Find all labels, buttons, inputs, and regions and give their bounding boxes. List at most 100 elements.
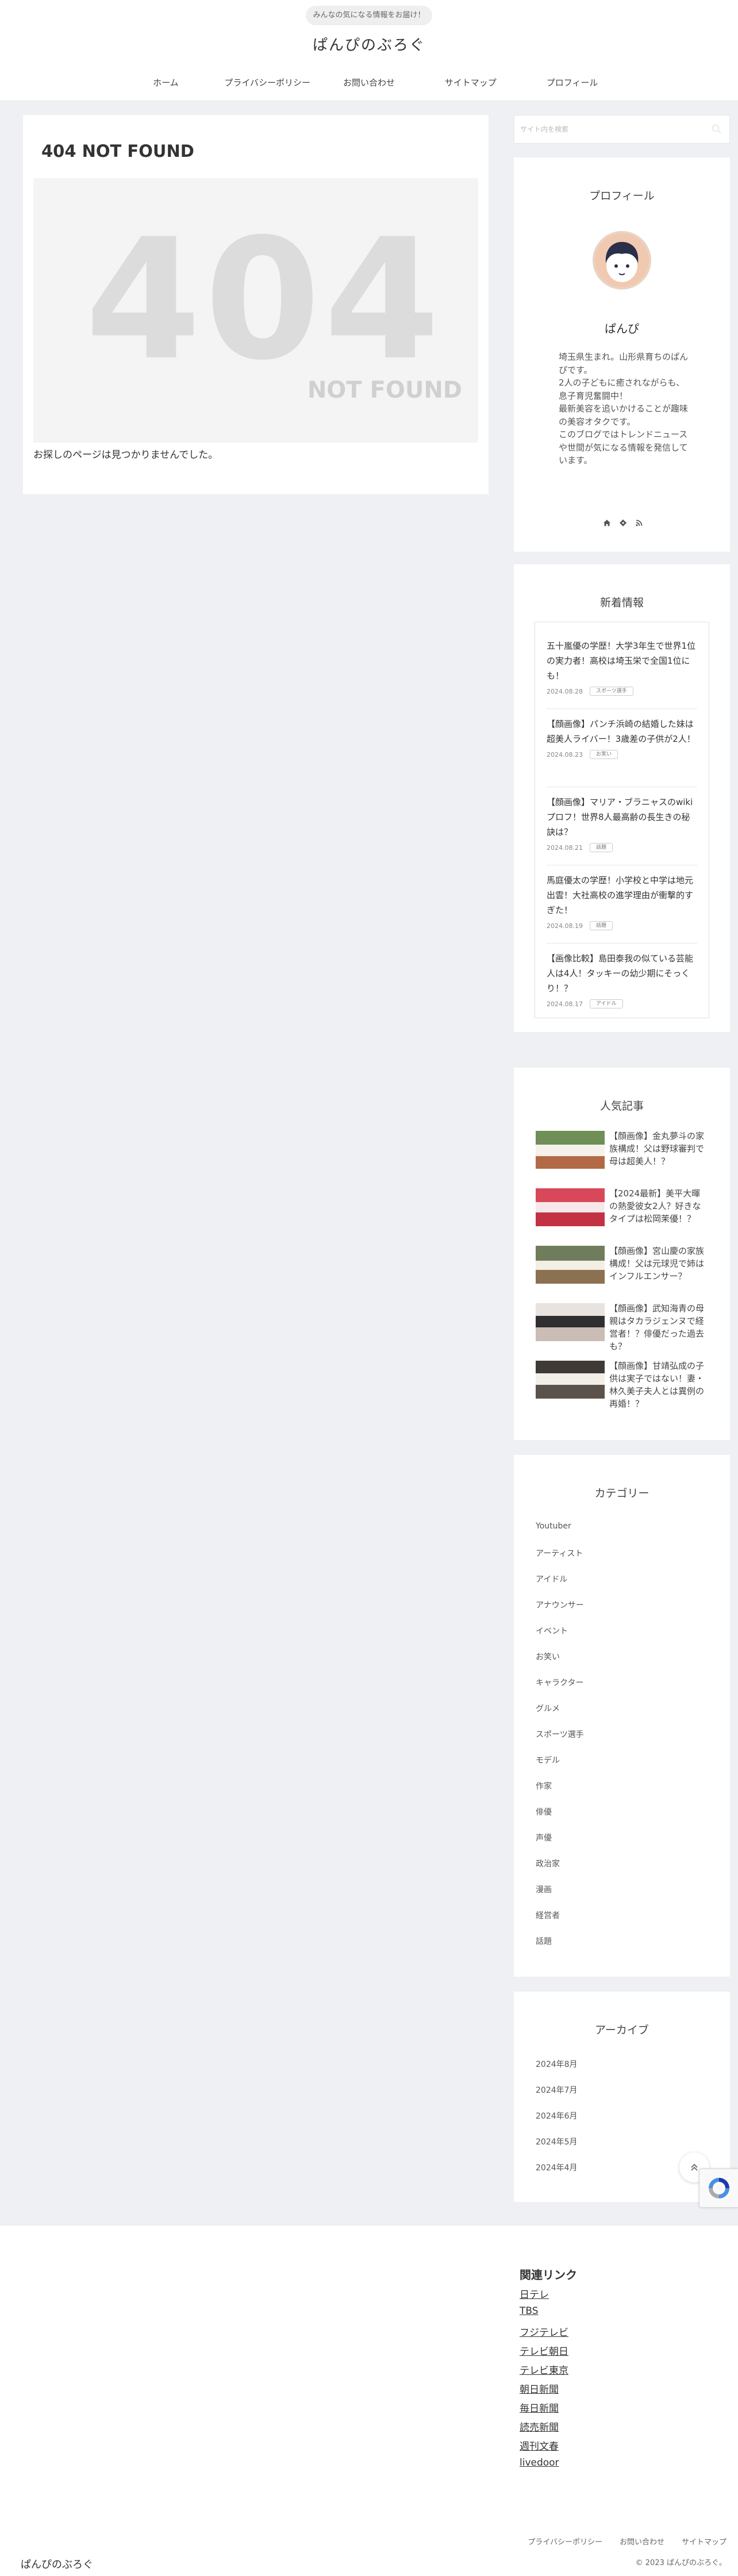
avatar-illustration — [595, 233, 649, 287]
category-link[interactable]: アナウンサー — [536, 1599, 584, 1611]
category-link[interactable]: アーティスト — [536, 1547, 583, 1559]
related-link[interactable]: 朝日新聞 — [520, 2381, 559, 2396]
archive-link[interactable]: 2024年4月 — [536, 2162, 578, 2173]
new-post-category-badge[interactable]: スポーツ選手 — [589, 687, 633, 696]
popular-posts-widget: 人気記事 【顔画像】金丸夢斗の家族構成！父は野球審判で母は超美人！？ 【2024… — [514, 1068, 730, 1440]
profile-bio-line: このブログではトレンドニュースや世間が気になる情報を発信しています。 — [559, 429, 688, 465]
new-post-title[interactable]: 五十嵐優の学歴！大学3年生で世界1位の実力者！高校は埼玉栄で全国1位にも！ — [547, 638, 697, 683]
related-link[interactable]: フジテレビ — [520, 2324, 568, 2339]
main-content: 404 NOT FOUND 404 NOT FOUND お探しのページは見つかり… — [23, 115, 489, 494]
profile-widget-title: プロフィール — [589, 190, 655, 202]
new-post-item[interactable]: 五十嵐優の学歴！大学3年生で世界1位の実力者！高校は埼玉栄で全国1位にも！ 20… — [547, 638, 697, 696]
new-posts-divider — [547, 943, 697, 944]
popular-post-title[interactable]: 【顔画像】宮山慶の家族構成！父は元球児で姉はインフルエンサー？ — [609, 1245, 706, 1283]
archive-link[interactable]: 2024年7月 — [536, 2084, 578, 2096]
search-input[interactable] — [520, 122, 698, 136]
profile-bio-line: 埼玉県生まれ。山形県育ちのぱんぴです。 — [559, 352, 689, 375]
new-post-title[interactable]: 【顔画像】パンチ浜崎の結婚した妹は超美人ライバー！3歳差の子供が2人！ — [547, 717, 697, 746]
related-link[interactable]: テレビ東京 — [520, 2362, 568, 2377]
category-link[interactable]: モデル — [536, 1754, 560, 1766]
popular-post-thumbnail[interactable] — [536, 1131, 605, 1169]
recaptcha-badge[interactable] — [699, 2169, 738, 2208]
popular-post-thumbnail[interactable] — [536, 1246, 605, 1284]
footer-nav-privacy-policy[interactable]: プライバシーポリシー — [528, 2536, 602, 2547]
popular-post-title[interactable]: 【顔画像】甘靖弘成の子供は実子ではない！妻・林久美子夫人とは異例の再婚！？ — [609, 1360, 706, 1410]
feedly-icon[interactable] — [619, 519, 627, 527]
popular-post-title[interactable]: 【顔画像】武知海青の母親はタカラジェンヌで経営者！？俳優だった過去も？ — [609, 1302, 706, 1353]
new-post-item[interactable]: 【顔画像】パンチ浜崎の結婚した妹は超美人ライバー！3歳差の子供が2人！ 2024… — [547, 717, 697, 759]
popular-post-thumbnail[interactable] — [536, 1361, 605, 1399]
new-post-category-badge[interactable]: お笑い — [589, 750, 618, 759]
home-icon[interactable] — [603, 519, 611, 527]
category-link[interactable]: アイドル — [536, 1573, 567, 1585]
new-post-category-badge[interactable]: 話題 — [589, 843, 613, 852]
category-link[interactable]: キャラクター — [536, 1677, 583, 1688]
related-link[interactable]: テレビ朝日 — [520, 2343, 568, 2358]
archive-link[interactable]: 2024年8月 — [536, 2058, 578, 2070]
new-post-item[interactable]: 馬庭優太の学歴！小学校と中学は地元出雲！大社高校の進学理由が衝撃的すぎた！ 20… — [547, 873, 697, 930]
popular-post-title[interactable]: 【2024最新】美平大暉の熱愛彼女2人？好きなタイプは松岡茉優！？ — [609, 1187, 706, 1225]
popular-post-thumbnail[interactable] — [536, 1188, 605, 1226]
category-link[interactable]: 政治家 — [536, 1858, 560, 1869]
category-link[interactable]: グルメ — [536, 1703, 560, 1714]
related-links-title: 関連リンク — [520, 2268, 577, 2282]
new-post-title[interactable]: 【画像比較】島田泰我の似ている芸能人は4人！タッキーの幼少期にそっくり！？ — [547, 951, 697, 996]
new-post-date: 2024.08.28 — [547, 687, 583, 695]
new-post-item[interactable]: 【顔画像】マリア・ブラニャスのwikiプロフ！世界8人最高齢の長生きの秘訣は？ … — [547, 795, 697, 852]
category-link[interactable]: 作家 — [536, 1780, 552, 1792]
profile-name: ぱんぴ — [605, 322, 639, 336]
related-link[interactable]: 読売新聞 — [520, 2419, 559, 2433]
new-post-title[interactable]: 【顔画像】マリア・ブラニャスのwikiプロフ！世界8人最高齢の長生きの秘訣は？ — [547, 795, 697, 840]
nav-item-home[interactable]: ホーム — [115, 68, 217, 98]
search-icon[interactable] — [711, 124, 722, 135]
category-link[interactable]: 俳優 — [536, 1806, 552, 1818]
footer-nav: プライバシーポリシー お問い合わせ サイトマップ — [510, 2536, 727, 2547]
category-link[interactable]: 話題 — [536, 1935, 552, 1947]
search-box — [514, 115, 730, 144]
category-link[interactable]: スポーツ選手 — [536, 1728, 584, 1740]
footer-nav-contact[interactable]: お問い合わせ — [620, 2536, 664, 2547]
category-link[interactable]: 声優 — [536, 1832, 552, 1843]
archive-link[interactable]: 2024年6月 — [536, 2110, 578, 2121]
new-post-title[interactable]: 馬庭優太の学歴！小学校と中学は地元出雲！大社高校の進学理由が衝撃的すぎた！ — [547, 873, 697, 918]
new-post-date: 2024.08.23 — [547, 750, 583, 758]
site-tagline: みんなの気になる情報をお届け！ — [306, 6, 432, 25]
global-nav: ホーム プライバシーポリシー お問い合わせ サイトマップ プロフィール — [115, 68, 623, 98]
related-link[interactable]: livedoor — [520, 2457, 559, 2469]
popular-post-item[interactable]: 【顔画像】金丸夢斗の家族構成！父は野球審判で母は超美人！？ — [536, 1131, 709, 1183]
chevron-up-icon — [691, 2163, 698, 2171]
popular-post-item[interactable]: 【顔画像】甘靖弘成の子供は実子ではない！妻・林久美子夫人とは異例の再婚！？ — [536, 1361, 709, 1412]
related-link[interactable]: 週刊文春 — [520, 2438, 559, 2452]
category-link[interactable]: お笑い — [536, 1651, 560, 1662]
footer-nav-sitemap[interactable]: サイトマップ — [682, 2536, 727, 2547]
site-footer: 関連リンク 日テレ TBS フジテレビ テレビ朝日 テレビ東京 朝日新聞 毎日新… — [0, 2225, 738, 2576]
footer-logo[interactable]: ぱんぴのぶろぐ — [21, 2556, 93, 2571]
nav-item-privacy-policy[interactable]: プライバシーポリシー — [217, 68, 318, 98]
new-post-category-badge[interactable]: アイドル — [589, 999, 623, 1008]
related-link[interactable]: TBS — [520, 2305, 539, 2317]
new-post-category-badge[interactable]: 話題 — [589, 921, 613, 930]
popular-post-item[interactable]: 【顔画像】宮山慶の家族構成！父は元球児で姉はインフルエンサー？ — [536, 1246, 709, 1297]
new-post-meta: 2024.08.28 スポーツ選手 — [547, 687, 697, 696]
popular-post-title[interactable]: 【顔画像】金丸夢斗の家族構成！父は野球審判で母は超美人！？ — [609, 1130, 706, 1168]
category-link[interactable]: 経営者 — [536, 1909, 560, 1921]
popular-post-item[interactable]: 【2024最新】美平大暉の熱愛彼女2人？好きなタイプは松岡茉優！？ — [536, 1188, 709, 1240]
rss-icon[interactable] — [635, 519, 643, 527]
related-link[interactable]: 日テレ — [520, 2286, 549, 2301]
site-title[interactable]: ぱんぴのぶろぐ — [0, 33, 738, 55]
related-link[interactable]: 毎日新聞 — [520, 2400, 559, 2415]
new-post-date: 2024.08.19 — [547, 922, 583, 930]
nav-item-sitemap[interactable]: サイトマップ — [420, 68, 521, 98]
popular-post-thumbnail[interactable] — [536, 1303, 605, 1341]
category-link[interactable]: Youtuber — [536, 1522, 571, 1531]
page-title: 404 NOT FOUND — [41, 141, 194, 161]
profile-bio-line: 2人の子どもに癒されながらも、息子育児奮闘中！ — [559, 378, 685, 401]
category-link[interactable]: イベント — [536, 1625, 568, 1637]
archive-link[interactable]: 2024年5月 — [536, 2136, 578, 2147]
new-post-item[interactable]: 【画像比較】島田泰我の似ている芸能人は4人！タッキーの幼少期にそっくり！？ 20… — [547, 951, 697, 1008]
category-link[interactable]: 漫画 — [536, 1884, 552, 1895]
nav-item-contact[interactable]: お問い合わせ — [318, 68, 420, 98]
nav-item-profile[interactable]: プロフィール — [521, 68, 623, 98]
copyright: © 2023 ぱんぴのぶろぐ。 — [635, 2559, 727, 2567]
popular-post-item[interactable]: 【顔画像】武知海青の母親はタカラジェンヌで経営者！？俳優だった過去も？ — [536, 1303, 709, 1355]
